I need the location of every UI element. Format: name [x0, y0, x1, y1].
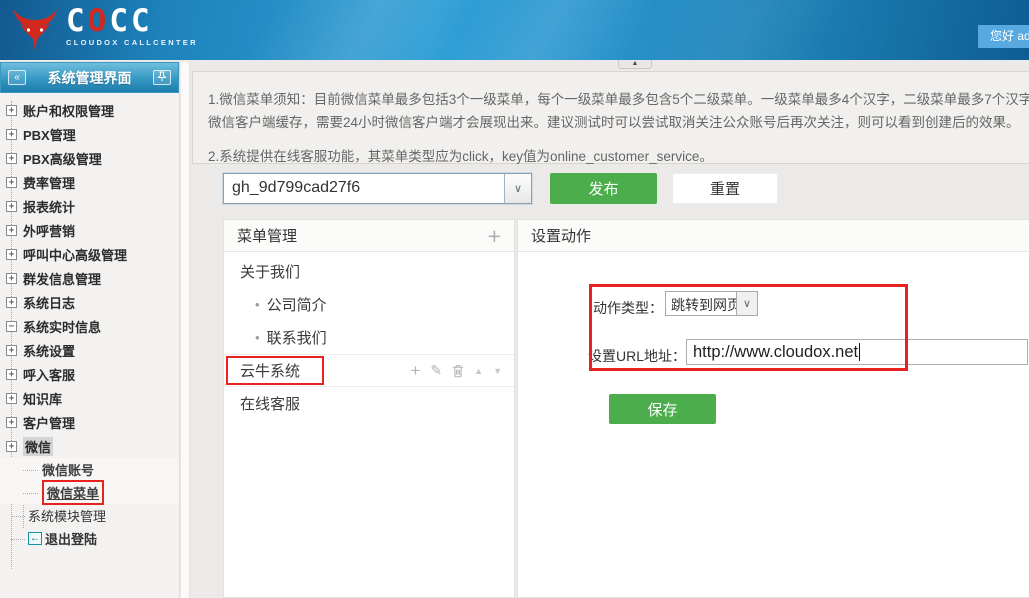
url-input-value: http://www.cloudox.net: [693, 343, 858, 362]
tree-line: [23, 470, 38, 471]
app-window: COCC CLOUDOX CALLCENTER 您好 ad ▲ « 系统管理界面…: [0, 0, 1029, 598]
menu-item-yunniu-system[interactable]: 云牛系统 + ✎ ▲ ▼: [224, 354, 514, 387]
main-region: ▲ « 系统管理界面 +账户和权限管理 +PBX管理 +PBX高级管理 +费率管…: [0, 60, 1029, 598]
sidebar-item-pbx-mgmt[interactable]: +PBX管理: [0, 122, 179, 146]
sidebar-item-system-settings[interactable]: +系统设置: [0, 338, 179, 362]
expand-icon[interactable]: +: [6, 273, 17, 284]
wechat-account-select[interactable]: gh_9d799cad27f6 ∨: [223, 173, 532, 204]
sidebar-item-wechat[interactable]: +微信: [0, 434, 179, 458]
menu-panel-title: 菜单管理: [237, 225, 297, 246]
action-type-label: 动作类型：: [593, 298, 663, 318]
bull-icon: [12, 8, 58, 52]
expand-icon[interactable]: +: [6, 345, 17, 356]
logo-word: COCC: [66, 5, 198, 37]
expand-icon[interactable]: +: [6, 249, 17, 260]
sidebar-tree: +账户和权限管理 +PBX管理 +PBX高级管理 +费率管理 +报表统计 +外呼…: [0, 93, 179, 550]
bullet-icon: •: [255, 297, 260, 312]
sidebar-item-knowledge-base[interactable]: +知识库: [0, 386, 179, 410]
add-submenu-icon[interactable]: +: [410, 361, 420, 381]
sidebar-item-rate-mgmt[interactable]: +费率管理: [0, 170, 179, 194]
menu-item-online-service[interactable]: 在线客服: [224, 387, 514, 420]
sidebar-item-callcenter-advanced[interactable]: +呼叫中心高级管理: [0, 242, 179, 266]
tree-line: [11, 516, 25, 517]
menu-item-tools: + ✎ ▲ ▼: [410, 361, 502, 381]
expand-icon[interactable]: +: [6, 369, 17, 380]
expand-icon[interactable]: +: [6, 297, 17, 308]
url-input[interactable]: http://www.cloudox.net: [686, 339, 1028, 365]
expand-icon[interactable]: +: [6, 177, 17, 188]
tree-line: [23, 493, 38, 494]
wechat-menu-notice: 1.微信菜单须知：目前微信菜单最多包括3个一级菜单，每个一级菜单最多包含5个二级…: [192, 71, 1029, 164]
sidebar-item-pbx-advanced[interactable]: +PBX高级管理: [0, 146, 179, 170]
notice-line-3: 2.系统提供在线客服功能，其菜单类型应为click，key值为online_cu…: [208, 145, 1029, 168]
menu-item-contact-us[interactable]: •联系我们: [224, 321, 514, 354]
logo: COCC CLOUDOX CALLCENTER: [12, 5, 198, 52]
menu-management-panel: 菜单管理 + 关于我们 •公司简介 •联系我们 云牛系统 + ✎ ▲: [223, 219, 515, 598]
bullet-icon: •: [255, 330, 260, 345]
sidebar-scrollbar[interactable]: [181, 62, 190, 598]
sidebar-header: « 系统管理界面: [0, 62, 179, 93]
expand-icon[interactable]: +: [6, 105, 17, 116]
reset-button[interactable]: 重置: [672, 173, 778, 204]
chevron-down-icon[interactable]: ∨: [504, 174, 531, 203]
expand-icon[interactable]: +: [6, 225, 17, 236]
action-type-value: 跳转到网页: [666, 292, 736, 315]
delete-trash-icon[interactable]: [452, 364, 464, 378]
collapse-icon[interactable]: −: [6, 321, 17, 332]
sidebar-collapse-icon[interactable]: «: [8, 70, 26, 85]
sidebar-item-outbound-marketing[interactable]: +外呼营销: [0, 218, 179, 242]
logout-arrow-icon: ←: [28, 532, 42, 545]
sidebar-item-system-log[interactable]: +系统日志: [0, 290, 179, 314]
selected-link-highlight[interactable]: 微信菜单: [42, 480, 104, 505]
logo-text: COCC CLOUDOX CALLCENTER: [66, 5, 198, 47]
action-type-select[interactable]: 跳转到网页 ∨: [665, 291, 758, 316]
sidebar-item-system-realtime[interactable]: −系统实时信息: [0, 314, 179, 338]
menu-item-about-us[interactable]: 关于我们: [224, 255, 514, 288]
greeting-user-button[interactable]: 您好 ad: [978, 25, 1029, 48]
action-panel-header: 设置动作: [518, 220, 1029, 252]
expand-icon[interactable]: +: [6, 417, 17, 428]
tree-line: [11, 539, 25, 540]
url-label: 设置URL地址：: [588, 346, 686, 366]
sidebar-item-report-stats[interactable]: +报表统计: [0, 194, 179, 218]
move-up-icon[interactable]: ▲: [474, 366, 483, 376]
sidebar: « 系统管理界面 +账户和权限管理 +PBX管理 +PBX高级管理 +费率管理 …: [0, 62, 180, 598]
pin-icon[interactable]: [153, 70, 171, 85]
sidebar-item-logout[interactable]: ←退出登陆: [0, 527, 179, 550]
up-triangle-icon: ▲: [632, 60, 639, 67]
menu-item-company-intro[interactable]: •公司简介: [224, 288, 514, 321]
sidebar-item-customer-mgmt[interactable]: +客户管理: [0, 410, 179, 434]
sidebar-item-inbound-service[interactable]: +呼入客服: [0, 362, 179, 386]
action-settings-panel: 设置动作 动作类型： 跳转到网页 ∨ 设置URL地址： http://www.c…: [517, 219, 1029, 598]
expand-icon[interactable]: +: [6, 129, 17, 140]
top-banner: COCC CLOUDOX CALLCENTER 您好 ad: [0, 0, 1029, 60]
logo-o-red: O: [88, 3, 110, 39]
sidebar-title: 系统管理界面: [48, 68, 132, 88]
publish-button[interactable]: 发布: [550, 173, 657, 204]
edit-pencil-icon[interactable]: ✎: [430, 362, 442, 379]
notice-line-2: 微信客户端缓存，需要24小时微信客户端才会展现出来。建议测试时可以尝试取消关注公…: [208, 111, 1029, 134]
logo-subtitle: CLOUDOX CALLCENTER: [66, 38, 198, 47]
add-menu-icon[interactable]: +: [488, 226, 501, 246]
sidebar-item-accounts-permissions[interactable]: +账户和权限管理: [0, 98, 179, 122]
sidebar-item-wechat-account[interactable]: 微信账号: [0, 458, 179, 481]
expand-icon[interactable]: +: [6, 201, 17, 212]
account-select-value: gh_9d799cad27f6: [224, 174, 504, 203]
expand-icon[interactable]: +: [6, 393, 17, 404]
sidebar-item-mass-message[interactable]: +群发信息管理: [0, 266, 179, 290]
text-caret: [859, 343, 860, 361]
sidebar-item-system-modules[interactable]: 系统模块管理: [0, 504, 179, 527]
notice-line-1: 1.微信菜单须知：目前微信菜单最多包括3个一级菜单，每个一级菜单最多包含5个二级…: [208, 88, 1029, 111]
menu-panel-header: 菜单管理 +: [224, 220, 514, 252]
menu-list: 关于我们 •公司简介 •联系我们 云牛系统 + ✎ ▲ ▼: [224, 252, 514, 420]
save-button[interactable]: 保存: [609, 394, 716, 424]
expand-icon[interactable]: +: [6, 441, 17, 452]
header-collapse-tab[interactable]: ▲: [618, 60, 652, 69]
chevron-down-icon[interactable]: ∨: [736, 292, 757, 315]
action-panel-title: 设置动作: [531, 225, 591, 246]
move-down-icon[interactable]: ▼: [493, 366, 502, 376]
expand-icon[interactable]: +: [6, 153, 17, 164]
sidebar-item-wechat-menu[interactable]: 微信菜单: [0, 481, 179, 504]
